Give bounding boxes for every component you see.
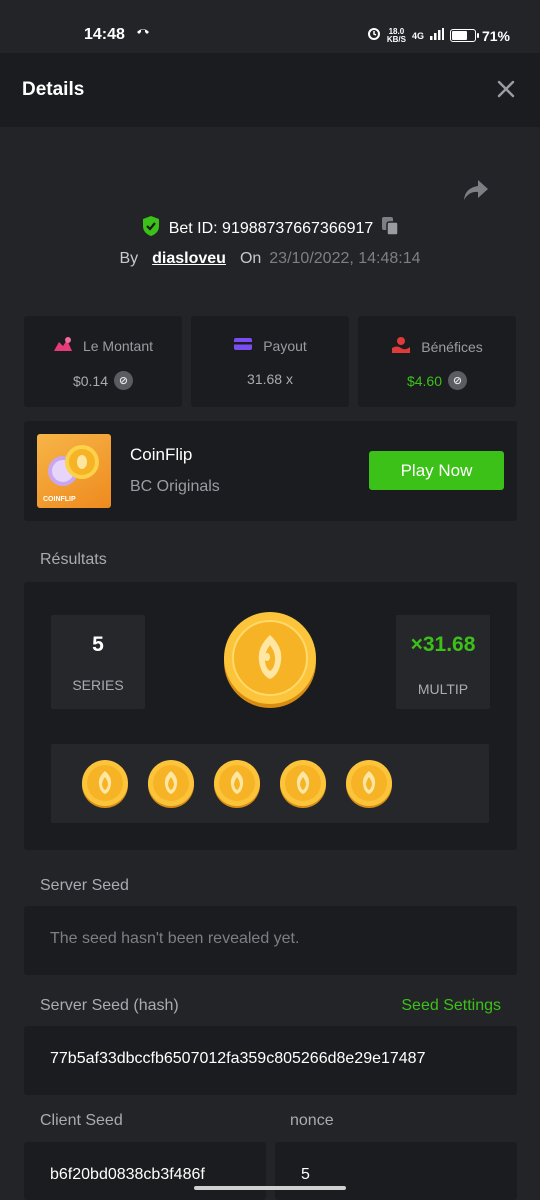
server-seed-hash-value: 77b5af33dbccfb6507012fa359c805266d8e29e1… [50,1050,426,1067]
status-time: 14:48 [84,26,125,43]
multiplier-value: ×31.68 [410,633,476,656]
bet-date: 23/10/2022, 14:48:14 [269,250,421,267]
nonce-label: nonce [290,1112,334,1129]
page-title: Details [22,79,85,100]
copy-icon[interactable] [381,216,400,241]
home-indicator[interactable] [194,1186,346,1190]
result-coin-icon [148,760,194,808]
game-card: COINFLIP CoinFlip BC Originals Play Now [24,421,517,521]
results-card: 5 SERIES ×31.68 MULTIP [24,582,517,850]
by-label: By [119,250,139,267]
server-seed-hash-label: Server Seed (hash) [40,997,179,1014]
net-speed: 18.0 KB/S [386,27,406,44]
game-thumb-label: COINFLIP [43,496,76,503]
signal-icon [429,27,444,45]
bet-id-row: Bet ID: 91988737667366917 [0,215,540,242]
bet-id: Bet ID: 91988737667366917 [168,219,374,237]
username-link[interactable]: diasloveu [152,250,226,268]
close-icon[interactable] [496,79,516,99]
alarm-icon [367,26,381,45]
wallet-icon [233,336,253,355]
amount-card: Le Montant $0.14 ⊘ [24,316,182,407]
game-thumbnail[interactable]: COINFLIP [37,434,111,508]
results-title: Résultats [40,551,107,568]
status-bar: 14:48 18.0 KB/S 4G 71% [0,0,540,53]
client-seed-value: b6f20bd0838cb3f486f [50,1166,205,1183]
result-coin-icon [280,760,326,808]
game-name: CoinFlip [130,445,193,464]
profit-icon [391,336,411,357]
result-coin-icon [346,760,392,808]
seed-settings-link[interactable]: Seed Settings [401,997,501,1015]
nonce-value: 5 [301,1166,310,1183]
payout-value: 31.68 x [247,371,293,387]
details-header: Details [0,53,540,127]
profit-card: Bénéfices $4.60 ⊘ [358,316,516,407]
client-seed-label: Client Seed [40,1112,123,1129]
profit-label: Bénéfices [421,338,483,355]
call-icon [136,26,150,41]
on-label: On [239,250,262,267]
payout-card: Payout 31.68 x [191,316,349,407]
wager-icon [53,336,73,355]
series-label: SERIES [72,677,124,693]
server-seed-hash-field[interactable]: 77b5af33dbccfb6507012fa359c805266d8e29e1… [24,1026,517,1095]
server-seed-label: Server Seed [40,877,129,894]
server-seed-field[interactable]: The seed hasn't been revealed yet. [24,906,517,975]
server-seed-value: The seed hasn't been revealed yet. [50,930,300,947]
multiplier-box: ×31.68 MULTIP [396,615,490,709]
bet-meta-row: By diasloveu On 23/10/2022, 14:48:14 [0,250,540,268]
net-speed-unit: KB/S [386,34,406,44]
currency-icon: ⊘ [114,371,134,390]
play-now-button[interactable]: Play Now [369,451,504,490]
amount-value: $0.14 [72,372,109,389]
currency-icon: ⊘ [448,371,468,390]
multiplier-label: MULTIP [417,681,469,697]
share-icon[interactable] [462,178,490,202]
signal-label: 4G [411,30,424,41]
series-box: 5 SERIES [51,615,145,709]
client-seed-field[interactable]: b6f20bd0838cb3f486f [24,1142,266,1200]
big-coin-icon [224,612,316,708]
amount-label: Le Montant [82,337,154,354]
battery-fill [451,31,467,40]
game-provider: BC Originals [130,478,220,495]
battery-icon [449,29,479,42]
shield-check-icon [141,215,161,242]
nonce-field[interactable]: 5 [275,1142,517,1200]
status-right: 18.0 KB/S 4G 71% [367,26,510,45]
result-coin-icon [214,760,260,808]
coin-result-row [51,744,489,823]
profit-value: $4.60 [406,372,443,389]
payout-label: Payout [263,337,307,354]
result-coin-icon [82,760,128,808]
battery-percent: 71% [481,27,510,44]
series-value: 5 [92,633,104,656]
